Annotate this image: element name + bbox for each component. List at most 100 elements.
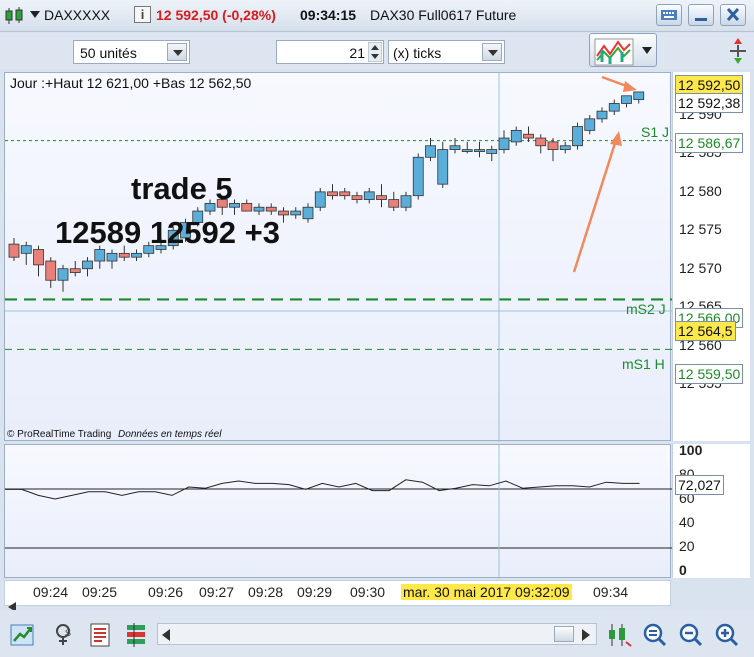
candle [437, 141, 449, 189]
candle [82, 257, 93, 277]
candle-body [498, 137, 510, 150]
indicator-svg[interactable] [5, 445, 672, 579]
crosshair-price-tag: 12 564,5 [675, 321, 736, 341]
candle-body [572, 126, 583, 147]
candle [621, 95, 632, 108]
candle [278, 207, 289, 223]
candle-body [400, 195, 412, 208]
bottom-toolbar: S [0, 610, 754, 657]
candle-body [461, 149, 473, 152]
time-tick-label: 09:25 [82, 584, 118, 600]
candle-body [33, 249, 44, 266]
close-icon [726, 7, 740, 22]
instrument-name: DAX30 Full0617 Future [370, 7, 517, 23]
minimize-button[interactable] [688, 4, 714, 26]
candle-body [608, 103, 620, 112]
candle-body [278, 210, 289, 216]
candle-body [363, 191, 375, 200]
watermark: © ProRealTime Trading Données en temps r… [7, 429, 221, 440]
candle-body [45, 260, 57, 281]
ticks-unit-value: (x) ticks [393, 45, 442, 61]
chevron-down-icon[interactable] [642, 47, 652, 55]
candle [388, 191, 400, 212]
minimize-icon [695, 18, 707, 21]
candle [584, 115, 596, 135]
price-chart-svg[interactable] [5, 73, 672, 442]
candle-body [510, 129, 522, 143]
chart-toolbar: 50 unités 21 (x) ticks [0, 33, 754, 69]
candle-body [265, 206, 277, 212]
price-chart-pane[interactable]: Jour :+Haut 12 621,00 +Bas 12 562,50 tra… [4, 72, 672, 442]
layers-icon[interactable] [124, 622, 150, 648]
time-tick-label: 09:27 [199, 584, 235, 600]
trade-annotation-title: trade 5 [131, 171, 233, 206]
zoom-out-icon[interactable] [678, 622, 704, 648]
candle [8, 237, 20, 262]
zoom-fit-icon[interactable] [642, 622, 668, 648]
time-tick-label: 09:28 [248, 584, 284, 600]
keyboard-button[interactable] [656, 4, 682, 26]
candle-body [253, 206, 265, 212]
indicator-axis[interactable]: 100 80 60 40 20 0 72,027 [672, 442, 750, 578]
indicator-pane[interactable] [4, 444, 672, 579]
indicator-tick-label: 0 [679, 562, 687, 578]
zoom-in-icon[interactable] [714, 622, 740, 648]
candle [351, 191, 363, 204]
candle-body [584, 118, 596, 131]
candle-body [131, 252, 142, 258]
clock-time: 09:34:15 [300, 7, 357, 23]
split-window-icon[interactable] [726, 36, 750, 66]
candle-body [69, 268, 81, 273]
chart-header: Jour :+Haut 12 621,00 +Bas 12 562,50 [10, 75, 252, 91]
drag-hand-icon[interactable]: S [52, 622, 78, 648]
time-tick-label: 09:30 [350, 584, 386, 600]
spinner-icon[interactable] [368, 42, 382, 62]
time-axis[interactable]: 09:24 09:25 09:26 09:27 09:28 09:29 09:30 09:34… [4, 580, 671, 606]
annotation-arrow [572, 131, 622, 273]
candle-body [412, 156, 424, 197]
candle [510, 126, 522, 146]
draw-trend-icon[interactable] [10, 622, 36, 648]
price-tick-label: 12 575 [679, 221, 722, 238]
order-book-icon[interactable] [88, 622, 114, 648]
candle [474, 141, 485, 158]
candle-body [437, 149, 449, 185]
candle-body [82, 260, 93, 270]
candle-body [486, 149, 498, 154]
scrollbar-thumb[interactable] [554, 626, 574, 642]
candle [57, 264, 69, 292]
indicators-button[interactable] [589, 33, 657, 67]
candle-body [425, 145, 436, 158]
candle-body [474, 149, 485, 152]
time-tick-label: 09:34 [593, 584, 629, 600]
units-select[interactable]: 50 unités [73, 40, 190, 64]
time-tick-label: 09:29 [297, 584, 333, 600]
ticks-input[interactable]: 21 [276, 40, 384, 64]
candle-body [339, 191, 351, 197]
chevron-down-icon[interactable] [482, 43, 502, 61]
price-axis[interactable]: 12 59012 58512 58012 57512 57012 56512 5… [672, 72, 750, 441]
price-tick-label: 12 570 [679, 259, 722, 276]
candle-width-icon[interactable] [606, 622, 632, 648]
candle [461, 141, 473, 154]
candle-body [633, 91, 645, 101]
candle-body [314, 191, 326, 208]
candle-body [351, 195, 363, 200]
chevron-down-icon[interactable] [167, 43, 187, 61]
candle [559, 141, 571, 154]
symbol-label[interactable]: DAXXXXX [44, 7, 110, 23]
candle-body [596, 110, 608, 120]
ticks-unit-select[interactable]: (x) ticks [388, 40, 505, 64]
scroll-right-button[interactable] [582, 629, 590, 641]
close-button[interactable] [720, 4, 746, 26]
scroll-left-button[interactable] [162, 629, 170, 641]
candle [498, 130, 510, 154]
dropdown-arrow-icon[interactable] [30, 11, 40, 19]
ticks-input-value: 21 [349, 45, 365, 61]
watermark-brand: © ProRealTime Trading [7, 429, 112, 440]
info-icon[interactable]: i [134, 6, 151, 23]
candle [412, 153, 424, 200]
candle-body [388, 199, 400, 208]
keyboard-icon [661, 10, 677, 20]
horizontal-scrollbar[interactable] [157, 623, 597, 645]
